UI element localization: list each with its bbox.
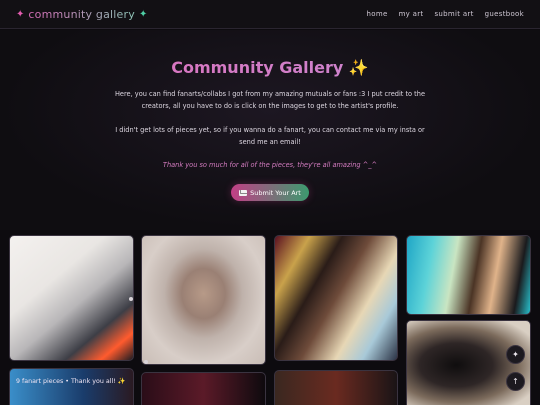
page-title-text: Community Gallery xyxy=(171,58,344,77)
sparkle-button[interactable]: ✦ xyxy=(506,345,525,364)
scroll-to-top-button[interactable]: ↑ xyxy=(506,372,525,391)
sparkle-icon: ✦ xyxy=(138,8,148,20)
site-title: community gallery xyxy=(28,7,135,21)
envelope-icon xyxy=(239,189,248,196)
indicator-dot xyxy=(144,360,148,364)
nav-link-home[interactable]: home xyxy=(367,10,388,18)
sparkles-icon: ✨ xyxy=(348,58,369,77)
nav-link-guestbook[interactable]: guestbook xyxy=(485,10,524,18)
gallery-item[interactable] xyxy=(406,235,531,315)
gallery-count-tag: 9 fanart pieces • Thank you all! ✨ xyxy=(16,378,126,385)
indicator-dot xyxy=(129,297,133,301)
gallery-item[interactable] xyxy=(141,372,266,405)
arrow-up-icon: ↑ xyxy=(512,377,519,386)
page-title: Community Gallery ✨ xyxy=(0,58,540,77)
contact-paragraph: I didn't get lots of pieces yet, so if y… xyxy=(115,126,425,146)
submit-art-button[interactable]: Submit Your Art xyxy=(231,184,309,201)
nav-link-submit-art[interactable]: submit art xyxy=(434,10,473,18)
sparkle-icon: ✦ xyxy=(16,8,25,20)
gallery-item[interactable] xyxy=(274,235,398,361)
gallery-item[interactable]: 9 fanart pieces • Thank you all! ✨ xyxy=(9,368,134,405)
main-nav: home my art submit art guestbook xyxy=(367,10,524,18)
gallery-item[interactable] xyxy=(274,370,398,405)
top-nav-bar: ✦ community gallery ✦ home my art submit… xyxy=(0,0,540,29)
nav-link-my-art[interactable]: my art xyxy=(399,10,424,18)
submit-art-label: Submit Your Art xyxy=(250,188,301,197)
thanks-note: Thank you so much for all of the pieces,… xyxy=(162,161,378,169)
sparkle-icon: ✦ xyxy=(512,350,519,359)
site-brand[interactable]: ✦ community gallery ✦ xyxy=(16,8,147,21)
intro-paragraph: Here, you can find fanarts/collabs I got… xyxy=(114,90,426,110)
gallery-item[interactable] xyxy=(141,235,266,365)
gallery-item[interactable] xyxy=(9,235,134,361)
